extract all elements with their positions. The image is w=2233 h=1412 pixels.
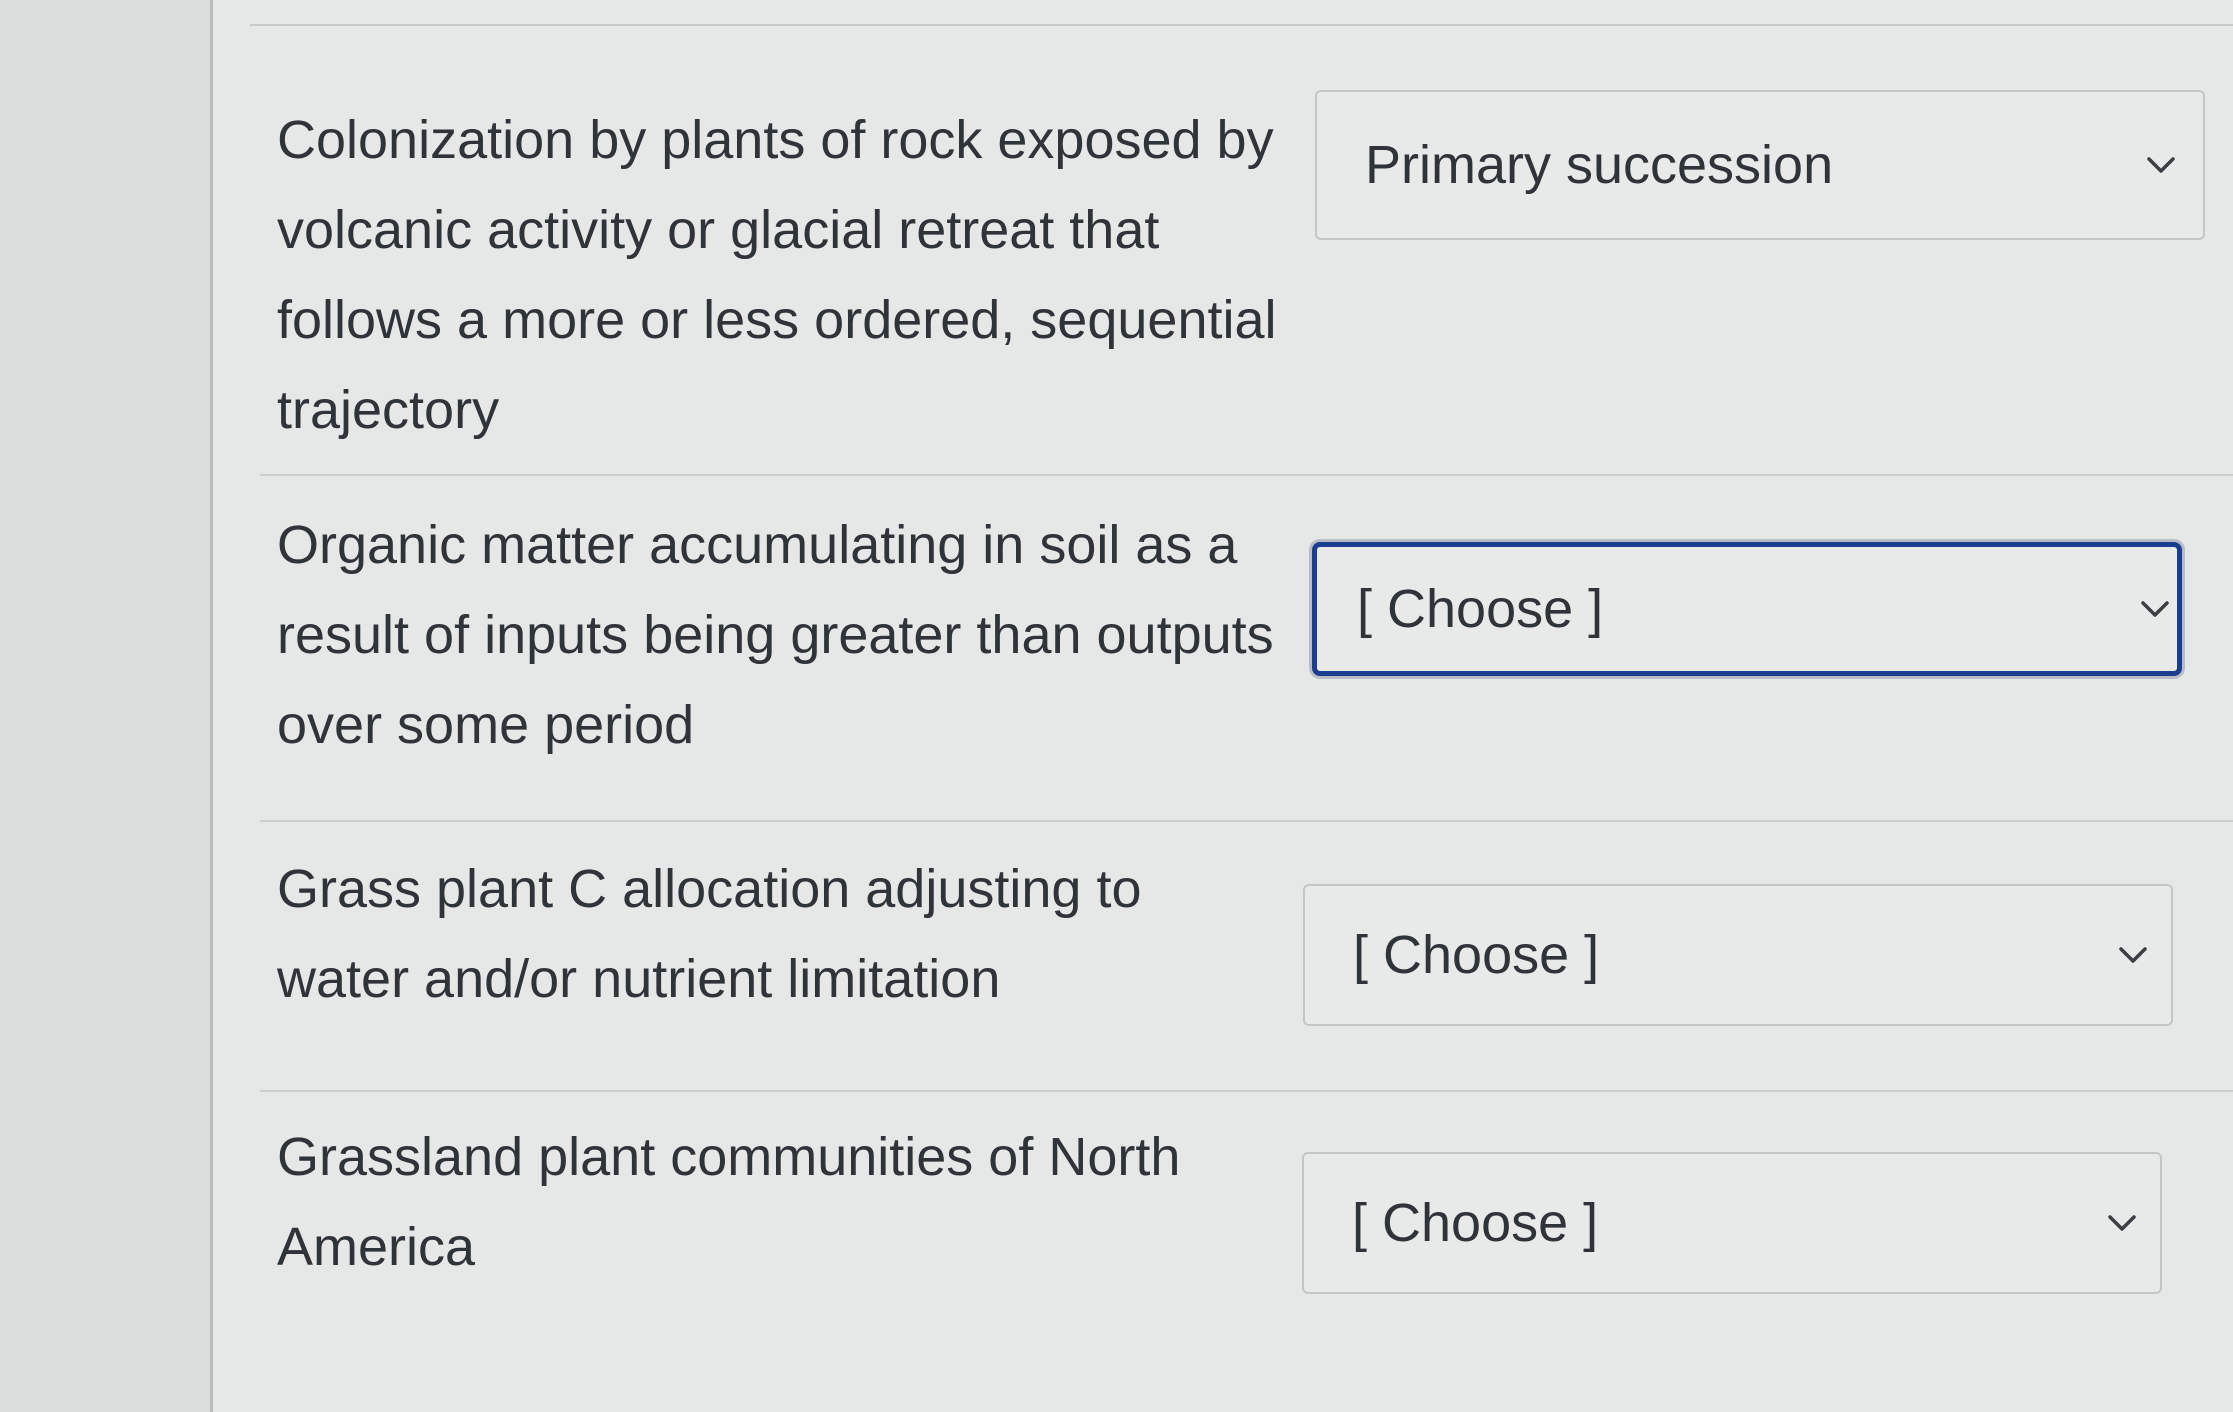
match-row-3: Grass plant C allocation adjusting to wa… bbox=[260, 859, 2233, 1092]
match-row-1: Colonization by plants of rock exposed b… bbox=[260, 90, 2233, 478]
match-prompt-3: Grass plant C allocation adjusting to wa… bbox=[277, 859, 1142, 1009]
chevron-down-icon bbox=[2102, 1203, 2142, 1243]
chevron-down-icon bbox=[2113, 935, 2153, 975]
match-prompt-2: Organic matter accumulating in soil as a… bbox=[277, 515, 1274, 755]
match-prompt-1: Colonization by plants of rock exposed b… bbox=[277, 110, 1277, 440]
answer-select-4[interactable]: [ Choose ] bbox=[1302, 1152, 2162, 1294]
left-gutter bbox=[0, 0, 218, 1412]
answer-select-2-value: [ Choose ] bbox=[1357, 579, 1604, 639]
match-row-4: Grassland plant communities of North Ame… bbox=[260, 1127, 2233, 1412]
chevron-down-icon bbox=[2141, 145, 2181, 185]
match-prompt-4: Grassland plant communities of North Ame… bbox=[277, 1127, 1181, 1277]
top-divider bbox=[250, 24, 2233, 26]
answer-select-1-value: Primary succession bbox=[1365, 135, 1834, 195]
row-divider-3 bbox=[260, 1090, 2233, 1092]
chevron-down-icon bbox=[2135, 589, 2175, 629]
match-row-2: Organic matter accumulating in soil as a… bbox=[260, 515, 2233, 824]
row-divider-2 bbox=[260, 820, 2233, 822]
row-divider-1 bbox=[260, 474, 2233, 476]
answer-select-2[interactable]: [ Choose ] bbox=[1312, 542, 2182, 676]
answer-select-1[interactable]: Primary succession bbox=[1315, 90, 2205, 240]
answer-select-4-value: [ Choose ] bbox=[1352, 1193, 1599, 1253]
answer-select-3[interactable]: [ Choose ] bbox=[1303, 884, 2173, 1026]
answer-select-3-value: [ Choose ] bbox=[1353, 925, 1600, 985]
